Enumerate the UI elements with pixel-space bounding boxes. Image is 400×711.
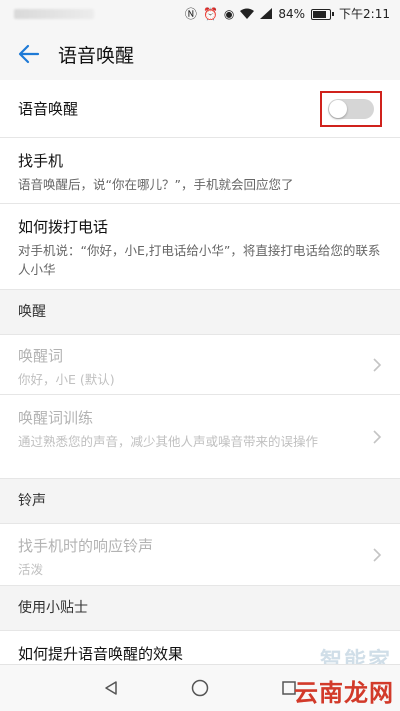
section-header-ringtone: 铃声 xyxy=(0,479,400,524)
battery-icon xyxy=(311,8,335,20)
wake-training-row[interactable]: 唤醒词训练 通过熟悉您的声音，减少其他人声或噪音带来的误操作 xyxy=(0,395,400,479)
app-header: 语音唤醒 xyxy=(0,28,400,80)
chevron-right-icon xyxy=(373,358,382,372)
section-header-wake: 唤醒 xyxy=(0,290,400,335)
chevron-right-icon xyxy=(373,548,382,562)
response-tone-row[interactable]: 找手机时的响应铃声 活泼 xyxy=(0,524,400,586)
nfc-icon: Ⓝ xyxy=(184,7,197,21)
alarm-icon: ⏰ xyxy=(202,7,218,21)
response-tone-subtitle: 活泼 xyxy=(18,562,44,577)
nav-home-icon[interactable] xyxy=(191,679,209,697)
find-phone-subtitle: 语音唤醒后，说“你在哪儿？”，手机就会回应您了 xyxy=(18,177,294,192)
wake-training-title: 唤醒词训练 xyxy=(18,409,94,427)
voice-wake-row[interactable]: 语音唤醒 xyxy=(0,80,400,138)
toggle-highlight-box xyxy=(320,90,382,127)
settings-list: 语音唤醒 找手机 语音唤醒后，说“你在哪儿？”，手机就会回应您了 如何拨打电话 … xyxy=(0,80,400,671)
find-phone-row[interactable]: 找手机 语音唤醒后，说“你在哪儿？”，手机就会回应您了 xyxy=(0,138,400,204)
how-to-call-row[interactable]: 如何拨打电话 对手机说：“你好，小E,打电话给小华”，将直接打电话给您的联系人小… xyxy=(0,204,400,290)
voice-wake-toggle[interactable] xyxy=(328,98,374,119)
back-arrow-icon[interactable] xyxy=(18,43,40,65)
watermark-text: 云南龙网 xyxy=(294,678,394,707)
page-title: 语音唤醒 xyxy=(58,44,135,67)
nav-back-icon[interactable] xyxy=(103,680,119,696)
chevron-right-icon xyxy=(373,430,382,444)
status-time: 下午2:11 xyxy=(339,7,390,21)
blurred-carrier-info xyxy=(14,9,94,19)
battery-percent: 84% xyxy=(278,7,306,21)
signal-icon xyxy=(260,7,273,21)
wake-training-subtitle: 通过熟悉您的声音，减少其他人声或噪音带来的误操作 xyxy=(18,434,319,449)
response-tone-title: 找手机时的响应铃声 xyxy=(18,537,154,555)
toggle-knob xyxy=(329,99,347,118)
wake-word-title: 唤醒词 xyxy=(18,347,64,365)
find-phone-title: 找手机 xyxy=(18,152,64,170)
wake-word-subtitle: 你好，小E (默认) xyxy=(18,372,115,387)
status-bar: Ⓝ ⏰ ◉ 84% 下午2:11 xyxy=(0,0,400,28)
section-header-tips: 使用小贴士 xyxy=(0,586,400,631)
wake-word-row[interactable]: 唤醒词 你好，小E (默认) xyxy=(0,335,400,395)
site-watermark: 云南龙网 xyxy=(294,679,394,707)
how-to-call-title: 如何拨打电话 xyxy=(18,218,109,236)
how-to-call-subtitle: 对手机说：“你好，小E,打电话给小华”，将直接打电话给您的联系人小华 xyxy=(18,243,381,277)
wifi-icon xyxy=(240,8,255,21)
voice-wake-label: 语音唤醒 xyxy=(18,100,79,118)
eye-icon: ◉ xyxy=(223,7,235,21)
